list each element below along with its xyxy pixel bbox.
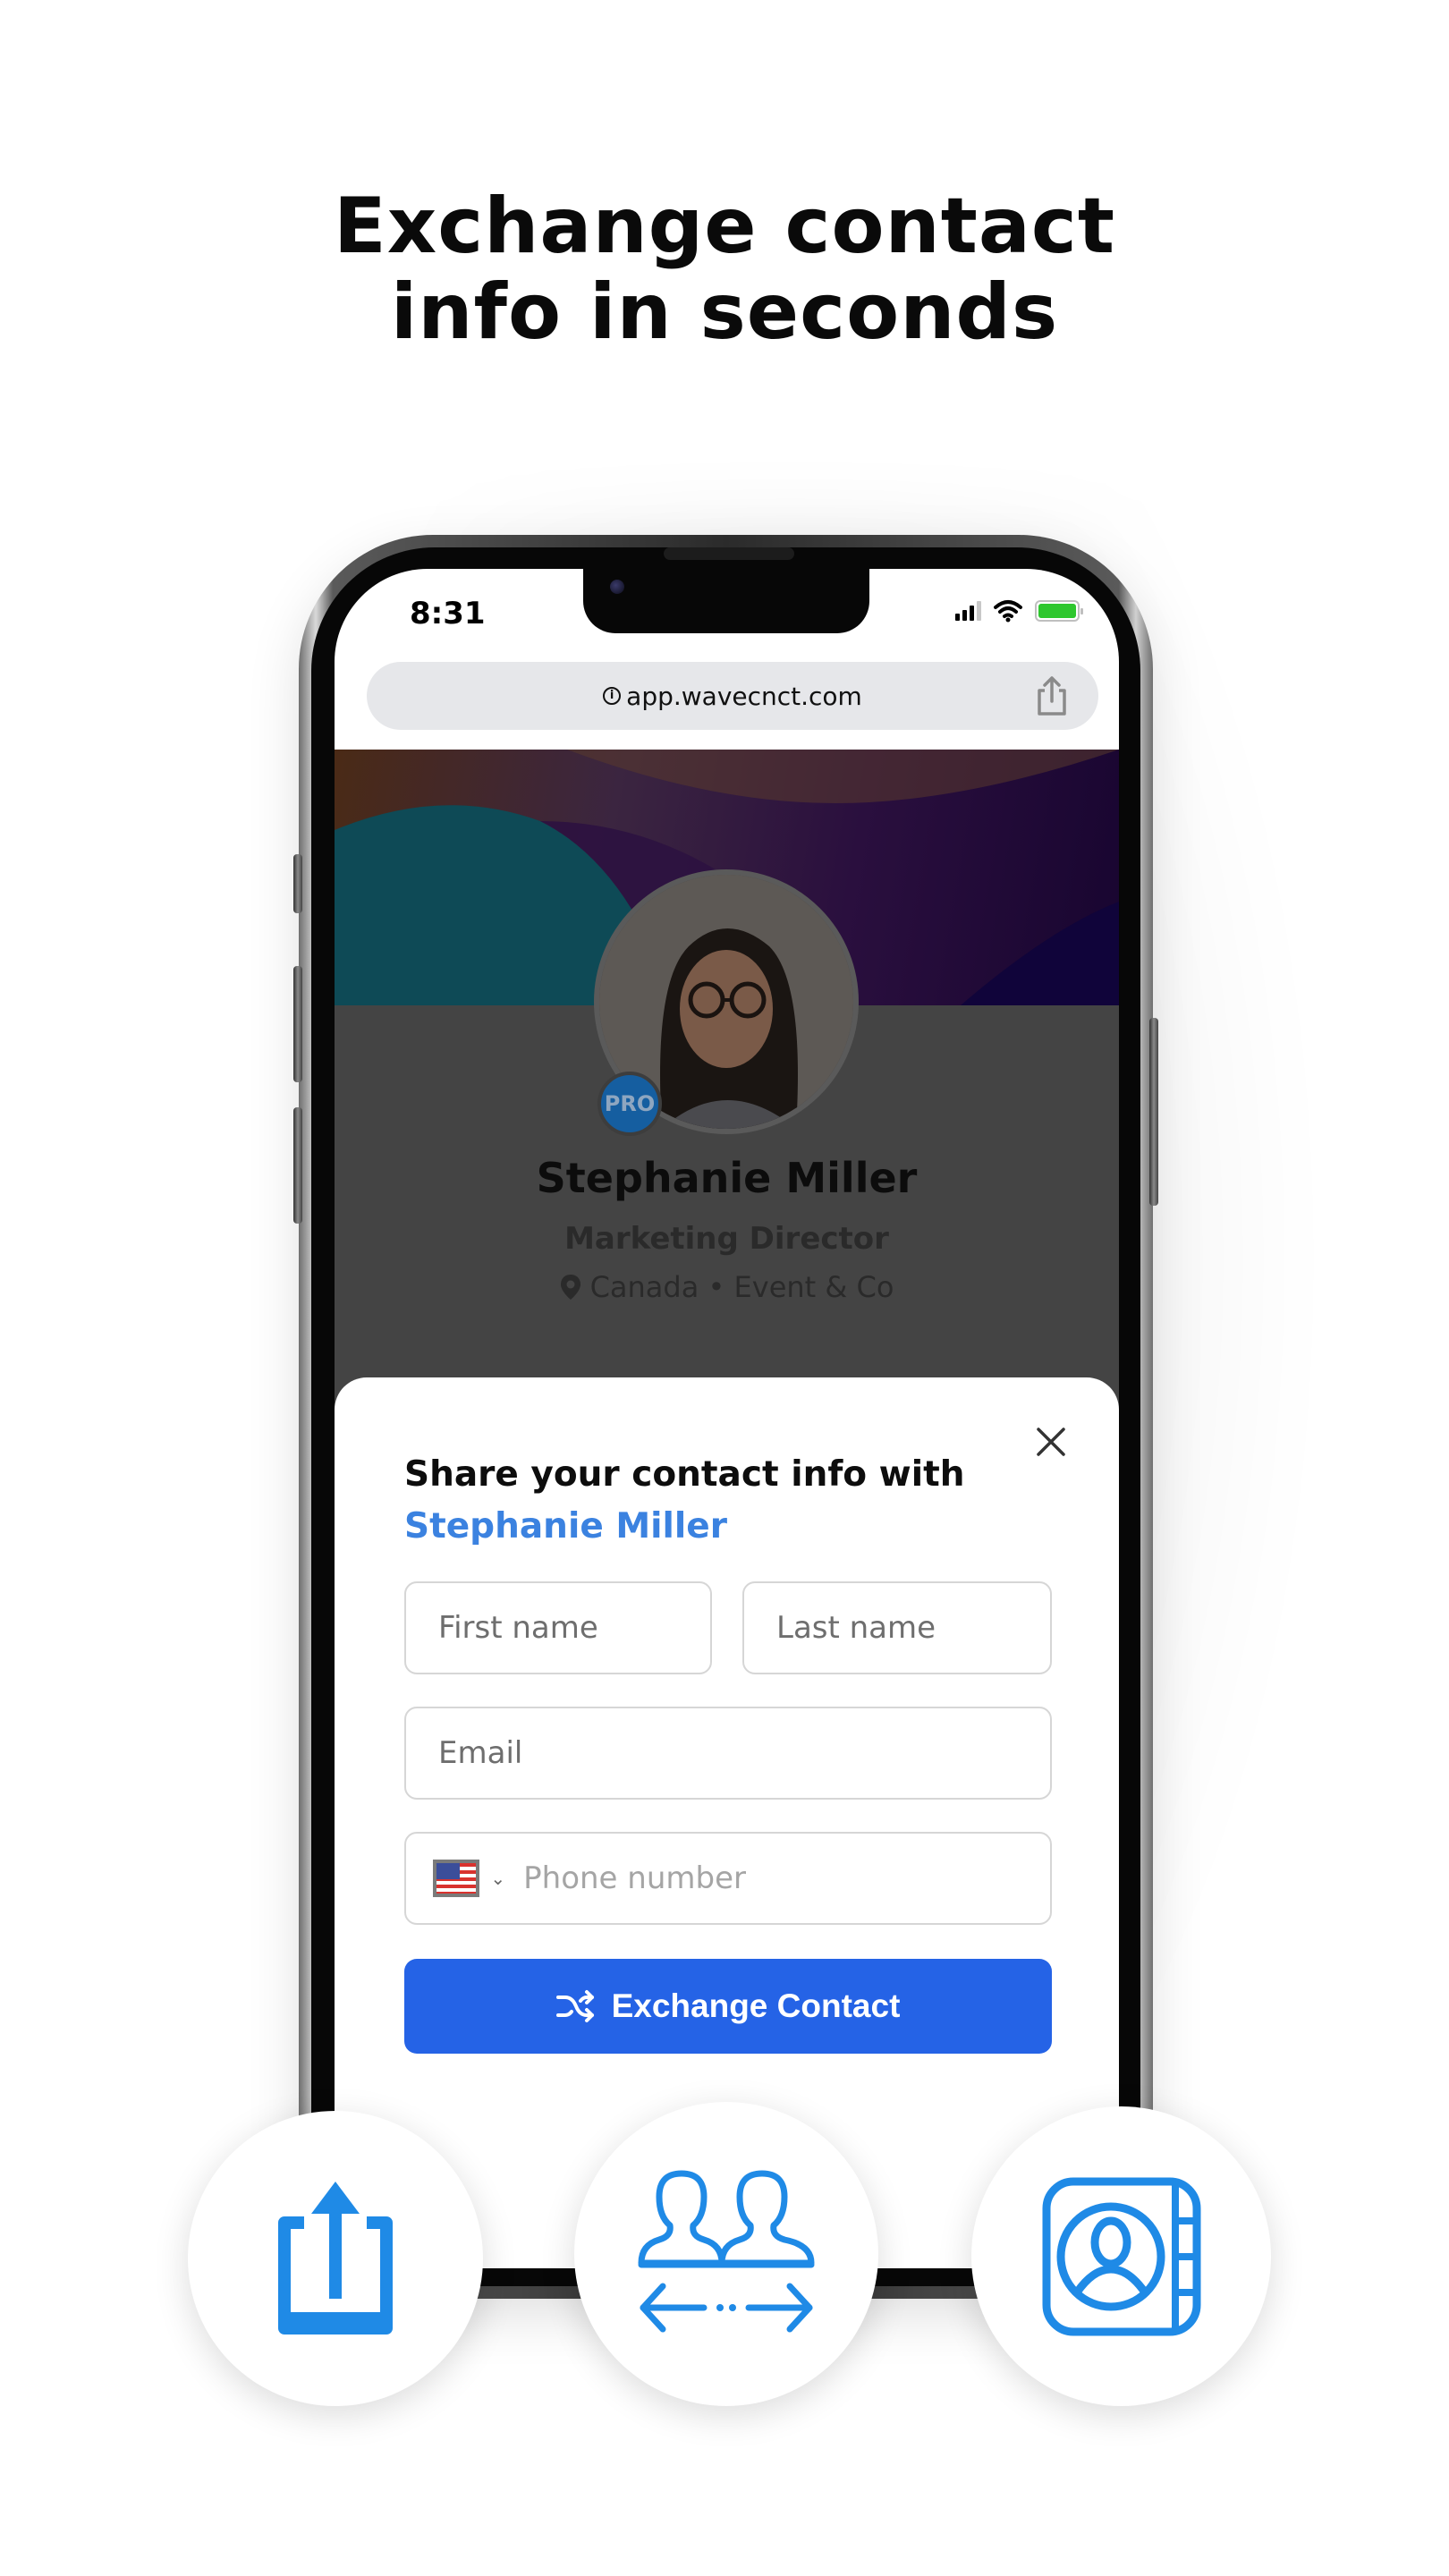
- first-name-field[interactable]: [404, 1581, 712, 1674]
- url-display[interactable]: i app.wavecnct.com: [603, 682, 862, 711]
- headline-line-1: Exchange contact: [333, 182, 1116, 271]
- battery-icon: [1035, 600, 1083, 622]
- sheet-title: Share your contact info with Stephanie M…: [404, 1449, 964, 1553]
- phone-field[interactable]: ⌄: [404, 1832, 1052, 1925]
- phone-input[interactable]: [523, 1860, 1050, 1896]
- info-icon[interactable]: i: [603, 687, 622, 705]
- url-text: app.wavecnct.com: [626, 681, 862, 711]
- profile-title: Marketing Director: [564, 1221, 889, 1257]
- feature-exchange: [574, 2102, 878, 2406]
- volume-up-button: [293, 966, 302, 1082]
- status-icons: [955, 599, 1083, 623]
- us-flag-icon[interactable]: [433, 1860, 480, 1897]
- cellular-signal-icon: [955, 601, 981, 621]
- phone-screen: 8:31 i app.wavecnct.com PRO Stephanie Mi…: [335, 569, 1119, 2268]
- feature-contact-book: [971, 2106, 1271, 2406]
- earpiece-speaker: [664, 547, 794, 560]
- last-name-input[interactable]: [776, 1610, 1050, 1646]
- wifi-icon: [994, 600, 1022, 623]
- location-text: Canada • Event & Co: [589, 1270, 894, 1304]
- volume-down-button: [293, 1107, 302, 1224]
- exchange-contact-button[interactable]: Exchange Contact: [404, 1959, 1052, 2054]
- share-icon[interactable]: [1032, 674, 1072, 717]
- first-name-input[interactable]: [438, 1610, 710, 1646]
- chevron-down-icon[interactable]: ⌄: [490, 1868, 505, 1889]
- profile-name: Stephanie Miller: [536, 1154, 918, 1202]
- notch: [583, 569, 869, 633]
- email-field[interactable]: [404, 1707, 1052, 1800]
- people-exchange-icon: [638, 2170, 815, 2333]
- contact-book-icon: [1042, 2177, 1200, 2335]
- share-upload-icon: [278, 2182, 393, 2334]
- headline: Exchange contact info in seconds: [0, 183, 1449, 355]
- pro-badge: PRO: [597, 1072, 662, 1136]
- last-name-field[interactable]: [742, 1581, 1052, 1674]
- battery-fill: [1038, 604, 1076, 618]
- front-camera: [610, 580, 624, 594]
- shuffle-icon: [555, 1990, 594, 2022]
- sheet-title-text: Share your contact info with: [404, 1454, 965, 1495]
- feature-share: [188, 2111, 483, 2406]
- power-button: [1149, 1018, 1158, 1206]
- close-icon[interactable]: [1033, 1424, 1069, 1460]
- headline-line-2: info in seconds: [390, 267, 1059, 357]
- map-pin-icon: [560, 1275, 580, 1300]
- address-bar[interactable]: i app.wavecnct.com: [367, 662, 1098, 730]
- exchange-contact-label: Exchange Contact: [611, 1987, 901, 2024]
- profile-location: Canada • Event & Co: [335, 1270, 1119, 1304]
- silent-switch: [293, 854, 302, 913]
- email-input[interactable]: [438, 1735, 1050, 1771]
- recipient-name: Stephanie Miller: [404, 1506, 727, 1546]
- status-time: 8:31: [410, 596, 486, 631]
